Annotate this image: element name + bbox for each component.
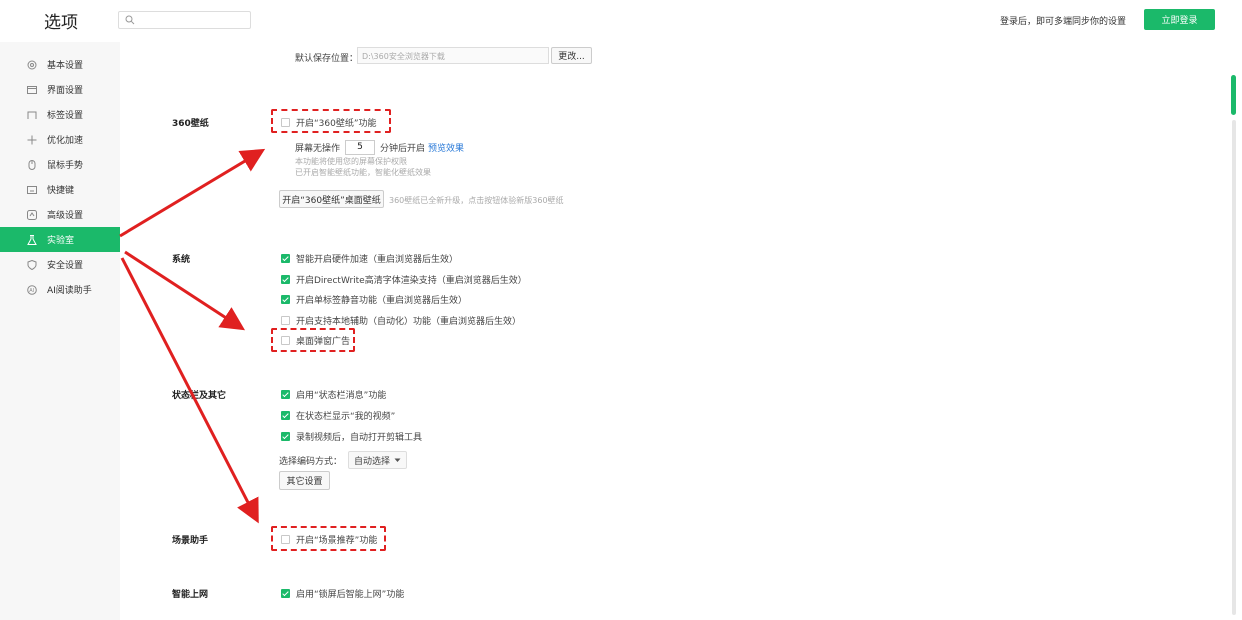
sidebar-item-interface[interactable]: 界面设置	[0, 77, 120, 102]
annotation-arrows	[119, 148, 266, 524]
svg-text:AI: AI	[29, 288, 34, 294]
sidebar-item-tabs[interactable]: 标签设置	[0, 102, 120, 127]
option-label: 在状态栏显示“我的视频”	[296, 412, 396, 422]
tab-icon	[27, 110, 37, 120]
section-wallpaper: 360壁纸	[172, 119, 209, 129]
section-statusbar: 状态栏及其它	[172, 391, 227, 401]
system-option-directwrite[interactable]: 开启DirectWrite高清字体渲染支持（重启浏览器后生效）	[281, 273, 527, 286]
sidebar-item-label: 基本设置	[47, 61, 84, 71]
sidebar-item-label: AI阅读助手	[47, 286, 92, 296]
keyboard-icon	[27, 185, 37, 195]
sidebar-item-security[interactable]: 安全设置	[0, 252, 120, 277]
search-box[interactable]	[118, 11, 251, 29]
option-label: 智能开启硬件加速（重启浏览器后生效）	[296, 255, 459, 265]
option-label: 开启单标签静音功能（重启浏览器后生效）	[296, 296, 468, 306]
other-settings-button[interactable]: 其它设置	[279, 471, 330, 490]
statusbar-option-messages[interactable]: 启用“状态栏消息”功能	[281, 388, 386, 401]
encode-row: 选择编码方式： 自动选择	[279, 451, 408, 469]
automation-checkbox[interactable]	[281, 316, 290, 325]
download-label: 默认保存位置：	[295, 54, 359, 64]
sidebar-item-mouse[interactable]: 鼠标手势	[0, 152, 120, 177]
preview-link[interactable]: 预览效果	[428, 141, 464, 154]
search-input[interactable]	[139, 13, 251, 29]
download-path-field[interactable]: D:\360安全浏览器下载	[357, 47, 549, 64]
option-label: 启用“状态栏消息”功能	[296, 391, 387, 401]
chevron-down-icon	[394, 458, 401, 462]
smart-checkbox[interactable]	[281, 589, 290, 598]
option-label: 开启DirectWrite高清字体渲染支持（重启浏览器后生效）	[296, 276, 527, 286]
change-path-button[interactable]: 更改...	[551, 47, 592, 64]
sidebar-item-lab[interactable]: 实验室	[0, 227, 120, 252]
speed-icon	[27, 135, 37, 145]
sidebar-item-label: 优化加速	[47, 136, 84, 146]
annotation-box-wallpaper	[271, 109, 391, 133]
page-title: 选项	[44, 13, 78, 33]
system-option-tab-mute[interactable]: 开启单标签静音功能（重启浏览器后生效）	[281, 293, 467, 306]
option-label: 录制视频后，自动打开剪辑工具	[296, 433, 423, 443]
sidebar-item-label: 标签设置	[47, 111, 84, 121]
tab-mute-checkbox[interactable]	[281, 295, 290, 304]
directwrite-checkbox[interactable]	[281, 275, 290, 284]
section-smart: 智能上网	[172, 590, 209, 600]
encode-select[interactable]: 自动选择	[348, 451, 408, 469]
option-label: 开启支持本地辅助（自动化）功能（重启浏览器后生效）	[296, 317, 522, 327]
shield-icon	[27, 259, 37, 270]
statusbar-messages-checkbox[interactable]	[281, 390, 290, 399]
idle-minutes-input[interactable]: 5	[345, 140, 376, 155]
settings-icon	[27, 60, 37, 70]
sidebar-item-ai[interactable]: AI AI阅读助手	[0, 277, 120, 302]
wallpaper-idle-row: 屏幕无操作 5 分钟后开启 预览效果	[295, 140, 464, 155]
sidebar-item-label: 安全设置	[47, 261, 84, 271]
download-row: 默认保存位置：	[295, 51, 362, 64]
annotation-box-popup-ads	[271, 328, 355, 352]
scrollbar-track[interactable]	[1232, 120, 1236, 615]
system-option-hw-accel[interactable]: 智能开启硬件加速（重启浏览器后生效）	[281, 252, 458, 265]
scrollbar-thumb[interactable]	[1231, 75, 1236, 115]
sidebar-item-label: 实验室	[47, 236, 75, 246]
section-scene: 场景助手	[172, 536, 209, 546]
sidebar-item-label: 鼠标手势	[47, 161, 84, 171]
mouse-icon	[27, 159, 37, 170]
desktop-wallpaper-button[interactable]: 开启“360壁纸”桌面壁纸	[279, 190, 384, 208]
encode-label: 选择编码方式：	[279, 456, 343, 467]
login-hint: 登录后，即可多端同步你的设置	[1000, 17, 1127, 27]
wallpaper-note-2: 已开启智能壁纸功能，智能化壁纸效果	[295, 168, 431, 177]
search-icon	[125, 15, 135, 25]
sidebar-item-label: 界面设置	[47, 86, 84, 96]
hw-accel-checkbox[interactable]	[281, 254, 290, 263]
desktop-wallpaper-note: 360壁纸已全新升级，点击按钮体验新版360壁纸	[389, 196, 564, 205]
ai-icon: AI	[27, 284, 37, 295]
sidebar: 基本设置 界面设置 标签设置 优化加速 鼠标手势 快捷键 高级设置 实验室 安全…	[0, 42, 120, 620]
edit-tool-checkbox[interactable]	[281, 432, 290, 441]
sidebar-item-speed[interactable]: 优化加速	[0, 127, 120, 152]
arrow-to-wallpaper	[119, 148, 266, 238]
wallpaper-note-1: 本功能将使用您的屏幕保护权限	[295, 157, 407, 166]
window-icon	[27, 85, 37, 95]
idle-prefix: 屏幕无操作	[295, 144, 341, 154]
idle-suffix: 分钟后开启	[380, 144, 426, 154]
lab-icon	[27, 234, 37, 245]
sidebar-item-basic[interactable]: 基本设置	[0, 52, 120, 77]
statusbar-option-edit-tool[interactable]: 录制视频后，自动打开剪辑工具	[281, 430, 422, 443]
smart-enable-label: 启用“锁屏后智能上网”功能	[296, 590, 405, 600]
system-option-automation[interactable]: 开启支持本地辅助（自动化）功能（重启浏览器后生效）	[281, 314, 521, 327]
smart-enable-option[interactable]: 启用“锁屏后智能上网”功能	[281, 587, 404, 600]
section-system: 系统	[172, 255, 191, 265]
advanced-icon	[27, 209, 37, 220]
login-button[interactable]: 立即登录	[1144, 9, 1215, 30]
sidebar-item-label: 高级设置	[47, 211, 84, 221]
my-videos-checkbox[interactable]	[281, 411, 290, 420]
statusbar-option-my-videos[interactable]: 在状态栏显示“我的视频”	[281, 409, 395, 422]
sidebar-item-advanced[interactable]: 高级设置	[0, 202, 120, 227]
download-path: D:\360安全浏览器下载	[362, 52, 445, 61]
sidebar-item-label: 快捷键	[47, 186, 75, 196]
sidebar-item-shortcut[interactable]: 快捷键	[0, 177, 120, 202]
annotation-box-scene	[271, 526, 386, 551]
encode-value: 自动选择	[354, 456, 391, 467]
